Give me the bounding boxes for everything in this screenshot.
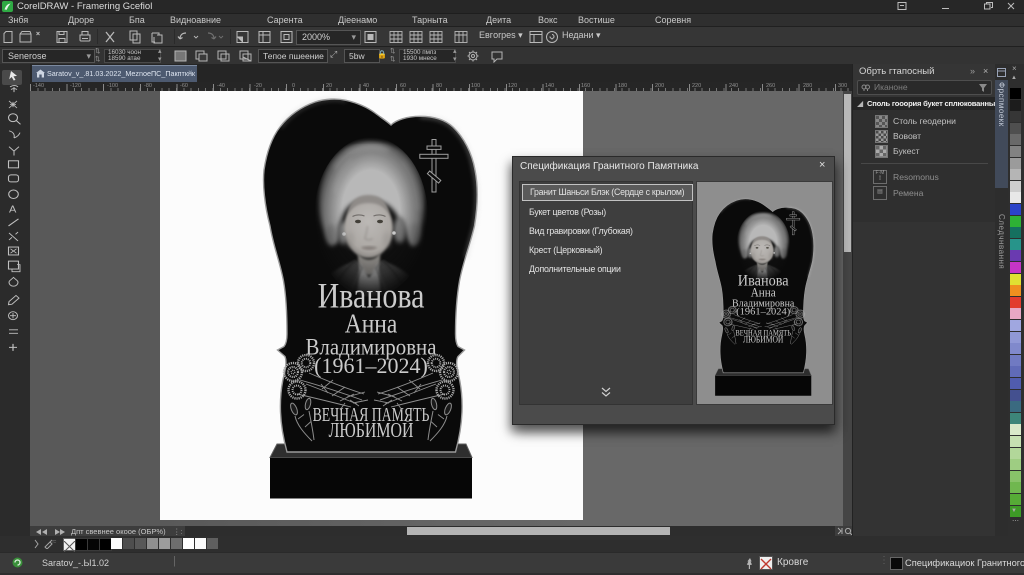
svg-text:A: A (9, 205, 16, 215)
